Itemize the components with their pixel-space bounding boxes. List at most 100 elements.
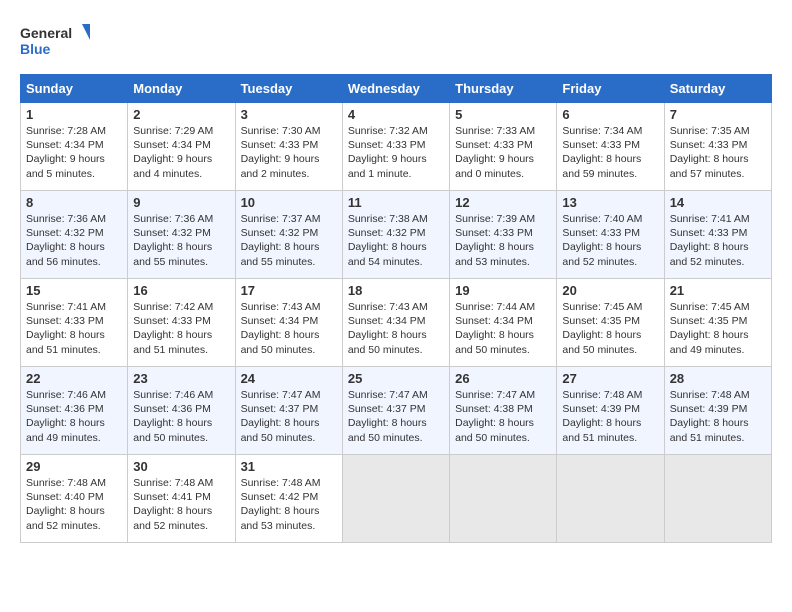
day-number: 7 xyxy=(670,107,766,122)
day-info: Sunset: 4:38 PM xyxy=(455,402,551,416)
day-info: Daylight: 8 hours and 51 minutes. xyxy=(562,416,658,444)
day-number: 25 xyxy=(348,371,444,386)
calendar-cell: 9Sunrise: 7:36 AMSunset: 4:32 PMDaylight… xyxy=(128,191,235,279)
day-info: Sunrise: 7:48 AM xyxy=(670,388,766,402)
calendar-cell: 30Sunrise: 7:48 AMSunset: 4:41 PMDayligh… xyxy=(128,455,235,543)
calendar-cell: 18Sunrise: 7:43 AMSunset: 4:34 PMDayligh… xyxy=(342,279,449,367)
day-number: 17 xyxy=(241,283,337,298)
weekday-header-thursday: Thursday xyxy=(450,75,557,103)
day-info: Daylight: 8 hours and 50 minutes. xyxy=(241,328,337,356)
day-info: Daylight: 8 hours and 52 minutes. xyxy=(133,504,229,532)
day-info: Sunrise: 7:36 AM xyxy=(133,212,229,226)
day-number: 27 xyxy=(562,371,658,386)
day-info: Sunrise: 7:41 AM xyxy=(26,300,122,314)
day-info: Sunset: 4:33 PM xyxy=(670,226,766,240)
day-info: Daylight: 8 hours and 53 minutes. xyxy=(455,240,551,268)
day-number: 19 xyxy=(455,283,551,298)
day-info: Sunset: 4:34 PM xyxy=(26,138,122,152)
day-number: 10 xyxy=(241,195,337,210)
day-info: Sunset: 4:34 PM xyxy=(455,314,551,328)
day-info: Sunrise: 7:30 AM xyxy=(241,124,337,138)
day-info: Sunset: 4:34 PM xyxy=(348,314,444,328)
day-info: Sunset: 4:32 PM xyxy=(241,226,337,240)
svg-text:Blue: Blue xyxy=(20,41,51,57)
day-info: Daylight: 8 hours and 50 minutes. xyxy=(562,328,658,356)
day-info: Sunrise: 7:36 AM xyxy=(26,212,122,226)
day-info: Sunrise: 7:38 AM xyxy=(348,212,444,226)
day-info: Daylight: 8 hours and 51 minutes. xyxy=(133,328,229,356)
day-number: 29 xyxy=(26,459,122,474)
day-number: 13 xyxy=(562,195,658,210)
day-info: Daylight: 8 hours and 50 minutes. xyxy=(133,416,229,444)
day-number: 12 xyxy=(455,195,551,210)
day-number: 16 xyxy=(133,283,229,298)
day-info: Daylight: 8 hours and 50 minutes. xyxy=(348,328,444,356)
day-info: Sunset: 4:39 PM xyxy=(670,402,766,416)
calendar-cell: 15 Sunrise: 7:41 AMSunset: 4:33 PMDayligh… xyxy=(21,279,128,367)
day-info: Sunset: 4:34 PM xyxy=(133,138,229,152)
day-info: Daylight: 8 hours and 49 minutes. xyxy=(26,416,122,444)
calendar-cell: 22Sunrise: 7:46 AMSunset: 4:36 PMDayligh… xyxy=(21,367,128,455)
day-number: 24 xyxy=(241,371,337,386)
calendar-cell: 24Sunrise: 7:47 AMSunset: 4:37 PMDayligh… xyxy=(235,367,342,455)
day-info: Sunset: 4:39 PM xyxy=(562,402,658,416)
day-info: Sunset: 4:36 PM xyxy=(133,402,229,416)
day-info: Sunrise: 7:47 AM xyxy=(348,388,444,402)
day-info: Sunset: 4:37 PM xyxy=(348,402,444,416)
day-info: Daylight: 8 hours and 53 minutes. xyxy=(241,504,337,532)
day-info: Sunrise: 7:42 AM xyxy=(133,300,229,314)
calendar-cell: 19 Sunrise: 7:44 AMSunset: 4:34 PMDayligh… xyxy=(450,279,557,367)
day-info: Sunrise: 7:29 AM xyxy=(133,124,229,138)
day-info: Sunset: 4:32 PM xyxy=(348,226,444,240)
week-row-3: 15Sunrise: 7:41 AMSunset: 4:33 PMDayligh… xyxy=(21,279,772,367)
week-row-4: 22Sunrise: 7:46 AMSunset: 4:36 PMDayligh… xyxy=(21,367,772,455)
day-number: 14 xyxy=(670,195,766,210)
day-info: Sunset: 4:33 PM xyxy=(241,138,337,152)
day-info: Sunset: 4:41 PM xyxy=(133,490,229,504)
day-info: Sunset: 4:33 PM xyxy=(348,138,444,152)
day-number: 3 xyxy=(241,107,337,122)
week-row-1: 1Sunrise: 7:28 AMSunset: 4:34 PMDaylight… xyxy=(21,103,772,191)
calendar-cell: 26Sunrise: 7:47 AMSunset: 4:38 PMDayligh… xyxy=(450,367,557,455)
calendar-cell: 16Sunrise: 7:42 AMSunset: 4:33 PMDayligh… xyxy=(128,279,235,367)
weekday-header-tuesday: Tuesday xyxy=(235,75,342,103)
day-info: Sunrise: 7:32 AM xyxy=(348,124,444,138)
calendar-cell: 12Sunrise: 7:39 AMSunset: 4:33 PMDayligh… xyxy=(450,191,557,279)
day-info: Daylight: 8 hours and 50 minutes. xyxy=(455,328,551,356)
day-info: Daylight: 8 hours and 51 minutes. xyxy=(26,328,122,356)
calendar-cell: 21Sunrise: 7:45 AMSunset: 4:35 PMDayligh… xyxy=(664,279,771,367)
day-info: Sunset: 4:36 PM xyxy=(26,402,122,416)
day-info: Sunrise: 7:44 AM xyxy=(455,300,551,314)
day-number: 6 xyxy=(562,107,658,122)
logo: General Blue xyxy=(20,20,90,64)
weekday-header-sunday: Sunday xyxy=(21,75,128,103)
calendar-cell: 2Sunrise: 7:29 AMSunset: 4:34 PMDaylight… xyxy=(128,103,235,191)
weekday-header-monday: Monday xyxy=(128,75,235,103)
day-number: 23 xyxy=(133,371,229,386)
day-info: Sunset: 4:42 PM xyxy=(241,490,337,504)
day-info: Sunrise: 7:48 AM xyxy=(26,476,122,490)
calendar-cell: 17Sunrise: 7:43 AMSunset: 4:34 PMDayligh… xyxy=(235,279,342,367)
day-info: Sunset: 4:40 PM xyxy=(26,490,122,504)
day-info: Sunset: 4:33 PM xyxy=(26,314,122,328)
day-info: Sunrise: 7:28 AM xyxy=(26,124,122,138)
day-info: Daylight: 8 hours and 55 minutes. xyxy=(241,240,337,268)
calendar-cell: 11 Sunrise: 7:38 AMSunset: 4:32 PMDayligh… xyxy=(342,191,449,279)
day-info: Daylight: 8 hours and 52 minutes. xyxy=(670,240,766,268)
day-info: Daylight: 8 hours and 55 minutes. xyxy=(133,240,229,268)
day-number: 22 xyxy=(26,371,122,386)
calendar-cell: 10Sunrise: 7:37 AMSunset: 4:32 PMDayligh… xyxy=(235,191,342,279)
day-info: Sunrise: 7:48 AM xyxy=(133,476,229,490)
calendar-table: SundayMondayTuesdayWednesdayThursdayFrid… xyxy=(20,74,772,543)
day-info: Sunset: 4:33 PM xyxy=(562,138,658,152)
day-info: Sunrise: 7:39 AM xyxy=(455,212,551,226)
day-info: Daylight: 8 hours and 54 minutes. xyxy=(348,240,444,268)
day-info: Daylight: 8 hours and 57 minutes. xyxy=(670,152,766,180)
day-number: 11 xyxy=(348,195,444,210)
week-row-2: 8Sunrise: 7:36 AMSunset: 4:32 PMDaylight… xyxy=(21,191,772,279)
day-number: 15 xyxy=(26,283,122,298)
day-info: Sunset: 4:33 PM xyxy=(455,138,551,152)
day-info: Sunrise: 7:43 AM xyxy=(348,300,444,314)
day-number: 5 xyxy=(455,107,551,122)
day-info: Sunrise: 7:41 AM xyxy=(670,212,766,226)
